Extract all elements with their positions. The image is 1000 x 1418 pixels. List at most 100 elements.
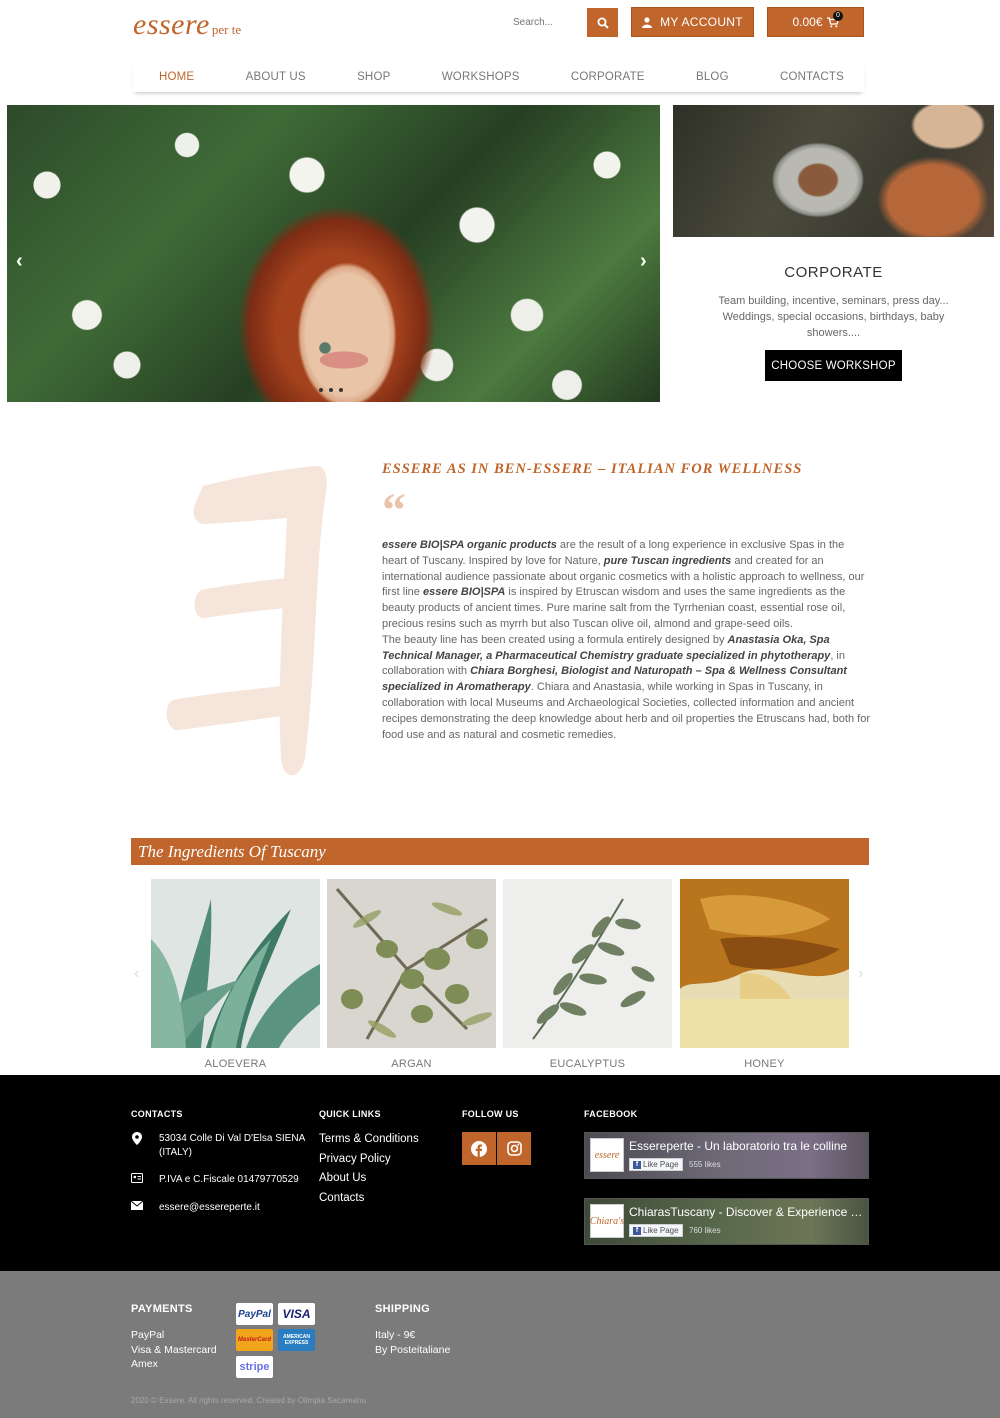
slider-dot[interactable] xyxy=(329,388,333,392)
ingredient-label: EUCALYPTUS xyxy=(549,1058,626,1070)
about-text: The beauty line has been created using a… xyxy=(382,633,728,646)
instagram-button[interactable] xyxy=(497,1132,531,1165)
nav-item-corporate[interactable]: CORPORATE xyxy=(571,71,645,83)
ingredient-label: ARGAN xyxy=(391,1058,432,1070)
email-icon xyxy=(131,1201,143,1210)
map-pin-icon xyxy=(132,1132,142,1145)
eucalyptus-image xyxy=(503,879,672,1048)
choose-workshop-button[interactable]: CHOOSE WORKSHOP xyxy=(765,350,902,381)
about-paragraph-1: essere BIO|SPA organic products are the … xyxy=(382,538,870,633)
facebook-page-widget[interactable]: Chiara's ChiarasTuscany - Discover & Exp… xyxy=(584,1198,869,1245)
nav-item-workshops[interactable]: WORKSHOPS xyxy=(442,71,520,83)
chevron-right-icon[interactable]: › xyxy=(640,250,647,273)
contact-vat: P.IVA e C.Fiscale 01479770529 xyxy=(131,1173,299,1187)
contact-address: 53034 Colle Di Val D'Elsa SIENA (ITALY) xyxy=(131,1132,311,1160)
chevron-right-icon[interactable]: › xyxy=(858,965,863,983)
fb-page-logo: essere xyxy=(590,1138,624,1172)
ingredient-card-eucalyptus[interactable]: EUCALYPTUS xyxy=(503,879,672,1070)
footer-link-terms[interactable]: Terms & Conditions xyxy=(319,1130,419,1150)
ingredient-card-aloevera[interactable]: ALOEVERA xyxy=(151,879,320,1070)
nav-item-shop[interactable]: SHOP xyxy=(357,71,390,83)
logo-sub-text: per te xyxy=(211,22,242,37)
payment-item: Amex xyxy=(131,1358,158,1371)
my-account-label: MY ACCOUNT xyxy=(660,15,743,29)
paypal-card-icon: PayPal xyxy=(236,1303,273,1325)
nav-item-contacts[interactable]: CONTACTS xyxy=(780,71,844,83)
vat-text: P.IVA e C.Fiscale 01479770529 xyxy=(159,1174,299,1185)
nav-item-home[interactable]: HOME xyxy=(159,71,194,83)
ingredient-label: ALOEVERA xyxy=(204,1058,267,1070)
user-icon xyxy=(642,16,653,28)
fb-page-logo: Chiara's xyxy=(590,1204,624,1238)
about-title: ESSERE AS IN BEN-ESSERE – ITALIAN FOR WE… xyxy=(382,461,803,477)
footer-link-about[interactable]: About Us xyxy=(319,1169,419,1189)
cart-count-badge: 0 xyxy=(833,11,843,21)
fb-like-label: Like Page xyxy=(643,1226,679,1235)
fb-like-label: Like Page xyxy=(643,1160,679,1169)
my-account-button[interactable]: MY ACCOUNT xyxy=(631,7,754,37)
facebook-page-widget[interactable]: essere Essereperte - Un laboratorio tra … xyxy=(584,1132,869,1179)
ingredients-heading: The Ingredients Of Tuscany xyxy=(131,838,869,865)
quote-icon: “ xyxy=(382,484,406,537)
about-highlight: essere BIO|SPA organic products xyxy=(382,539,557,551)
fb-page-name[interactable]: ChiarasTuscany - Discover & Experience T… xyxy=(629,1205,865,1219)
payment-item: PayPal xyxy=(131,1329,165,1341)
about-body: essere BIO|SPA organic products are the … xyxy=(382,538,870,743)
shipping-item: Italy - 9€ xyxy=(375,1329,416,1341)
id-card-icon xyxy=(131,1173,143,1183)
chevron-left-icon[interactable]: ‹ xyxy=(134,965,139,983)
search-icon xyxy=(597,17,609,29)
honey-image xyxy=(680,879,849,1048)
ingredient-card-argan[interactable]: ARGAN xyxy=(327,879,496,1070)
slider-dot[interactable] xyxy=(319,388,323,392)
payments-heading: PAYMENTS xyxy=(131,1303,193,1315)
search-button[interactable] xyxy=(587,8,618,37)
about-highlight: pure Tuscan ingredients xyxy=(603,554,732,567)
facebook-icon: f xyxy=(633,1160,641,1169)
chevron-left-icon[interactable]: ‹ xyxy=(16,250,23,273)
corporate-description: Team building, incentive, seminars, pres… xyxy=(718,295,949,339)
facebook-icon xyxy=(471,1140,487,1157)
contact-email[interactable]: essere@essereperte.it xyxy=(131,1201,260,1215)
footer-link-contacts[interactable]: Contacts xyxy=(319,1189,419,1209)
follow-heading: FOLLOW US xyxy=(462,1109,519,1119)
fb-page-name[interactable]: Essereperte - Un laboratorio tra le coll… xyxy=(629,1139,865,1153)
amex-card-icon: AMERICAN EXPRESS xyxy=(278,1329,315,1351)
email-text[interactable]: essere@essereperte.it xyxy=(159,1201,260,1215)
ingredient-card-honey[interactable]: HONEY xyxy=(680,879,849,1070)
argan-image xyxy=(327,879,496,1048)
aloevera-image xyxy=(151,879,320,1048)
payment-item: Visa & Mastercard xyxy=(131,1343,217,1356)
facebook-heading: FACEBOOK xyxy=(584,1109,638,1119)
facebook-icon: f xyxy=(633,1226,641,1235)
logo-main-text: essere xyxy=(133,8,210,41)
quick-links-list: Terms & Conditions Privacy Policy About … xyxy=(319,1130,419,1209)
nav-item-about-us[interactable]: ABOUT US xyxy=(246,71,306,83)
nav-item-blog[interactable]: BLOG xyxy=(696,71,729,83)
mastercard-card-icon: MasterCard xyxy=(236,1329,273,1351)
visa-card-icon: VISA xyxy=(278,1303,315,1325)
main-nav: HOME ABOUT US SHOP WORKSHOPS CORPORATE B… xyxy=(133,62,864,92)
slider-dot[interactable] xyxy=(339,388,343,392)
quick-links-heading: QUICK LINKS xyxy=(319,1109,381,1119)
fb-like-count: 760 likes xyxy=(689,1226,721,1235)
copyright-text: 2020 © Essere. All rights reserved. Crea… xyxy=(131,1396,366,1405)
fb-like-button[interactable]: f Like Page xyxy=(629,1224,683,1237)
corporate-image xyxy=(673,105,994,237)
stripe-card-icon: stripe xyxy=(236,1356,273,1378)
ingredient-label: HONEY xyxy=(744,1058,785,1070)
shipping-heading: SHIPPING xyxy=(375,1303,430,1315)
shipping-item: By Posteitaliane xyxy=(375,1343,451,1356)
cart-total: 0.00€ xyxy=(792,15,823,29)
corporate-title: CORPORATE xyxy=(784,264,883,281)
site-logo[interactable]: essere per te xyxy=(133,8,241,42)
decorative-etruscan-letter xyxy=(166,465,327,776)
search-input[interactable] xyxy=(505,8,585,36)
footer-link-privacy[interactable]: Privacy Policy xyxy=(319,1150,419,1170)
instagram-icon xyxy=(506,1141,522,1156)
about-highlight: essere BIO|SPA xyxy=(422,586,506,599)
facebook-button[interactable] xyxy=(462,1132,496,1165)
slider-dots xyxy=(319,388,343,392)
fb-like-button[interactable]: f Like Page xyxy=(629,1158,683,1171)
cart-button[interactable]: 0.00€ xyxy=(767,7,864,37)
